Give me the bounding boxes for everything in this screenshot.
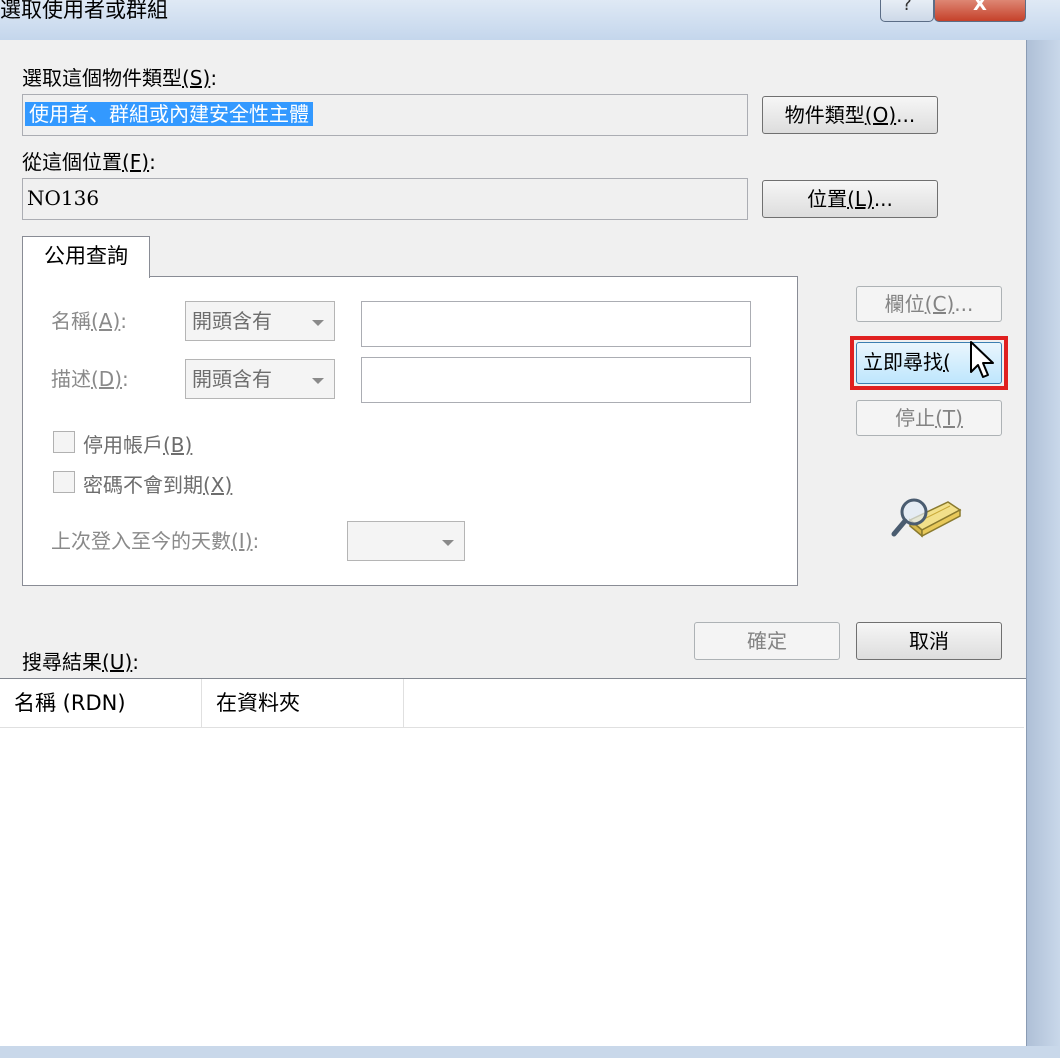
column-header-in-folder[interactable]: 在資料夾 [202,679,404,727]
title-bar: 選取使用者或群組 ? X [0,0,1060,40]
object-type-label: 選取這個物件類型(S): [22,66,218,90]
nonexpiring-password-checkbox[interactable] [53,471,75,493]
chevron-down-icon [442,540,454,546]
disabled-accounts-label: 停用帳戶(B) [83,433,193,457]
locations-button[interactable]: 位置(L)... [762,180,938,218]
window-frame-bottom [0,1046,1060,1058]
chevron-down-icon [312,320,324,326]
close-button[interactable]: X [934,0,1026,22]
description-input[interactable] [361,357,751,403]
object-type-value: 使用者、群組或內建安全性主體 [25,102,313,126]
nonexpiring-password-label: 密碼不會到期(X) [83,473,233,497]
tab-common-queries[interactable]: 公用查詢 [22,236,150,278]
results-header: 名稱 (RDN) 在資料夾 [0,679,1024,728]
magnifier-over-book-icon [891,498,962,538]
disabled-accounts-checkbox[interactable] [53,431,75,453]
dialog-body: 選取這個物件類型(S): 使用者、群組或內建安全性主體 物件類型(O)... 從… [0,40,1027,1046]
search-results-label: 搜尋結果(U): [22,650,139,674]
window-frame-right [1026,40,1060,1058]
days-since-logon-label: 上次登入至今的天數(I): [51,529,260,553]
name-label: 名稱(A): [51,309,128,333]
column-header-name[interactable]: 名稱 (RDN) [0,679,202,727]
stop-button[interactable]: 停止(T) [856,400,1002,436]
help-icon: ? [902,0,912,15]
description-label: 描述(D): [51,367,129,391]
mouse-pointer-icon [970,341,994,378]
name-input[interactable] [361,301,751,347]
search-results-list[interactable]: 名稱 (RDN) 在資料夾 [0,678,1026,1046]
common-queries-panel: 名稱(A): 開頭含有 描述(D): 開頭含有 停用帳戶(B) 密碼不會到期(X… [22,276,798,586]
window-title: 選取使用者或群組 [0,0,168,22]
location-value: NO136 [27,186,100,210]
location-label: 從這個位置(F): [22,150,156,174]
location-field: NO136 [22,178,748,220]
object-types-button[interactable]: 物件類型(O)... [762,96,938,134]
ok-button[interactable]: 確定 [694,622,840,660]
name-match-combo[interactable]: 開頭含有 [185,301,335,341]
days-since-logon-combo[interactable] [347,521,465,561]
cancel-button[interactable]: 取消 [856,622,1002,660]
help-button[interactable]: ? [880,0,934,22]
object-type-field: 使用者、群組或內建安全性主體 [22,94,748,136]
close-icon: X [973,0,987,15]
chevron-down-icon [312,378,324,384]
description-match-combo[interactable]: 開頭含有 [185,359,335,399]
columns-button[interactable]: 欄位(C)... [856,286,1002,322]
